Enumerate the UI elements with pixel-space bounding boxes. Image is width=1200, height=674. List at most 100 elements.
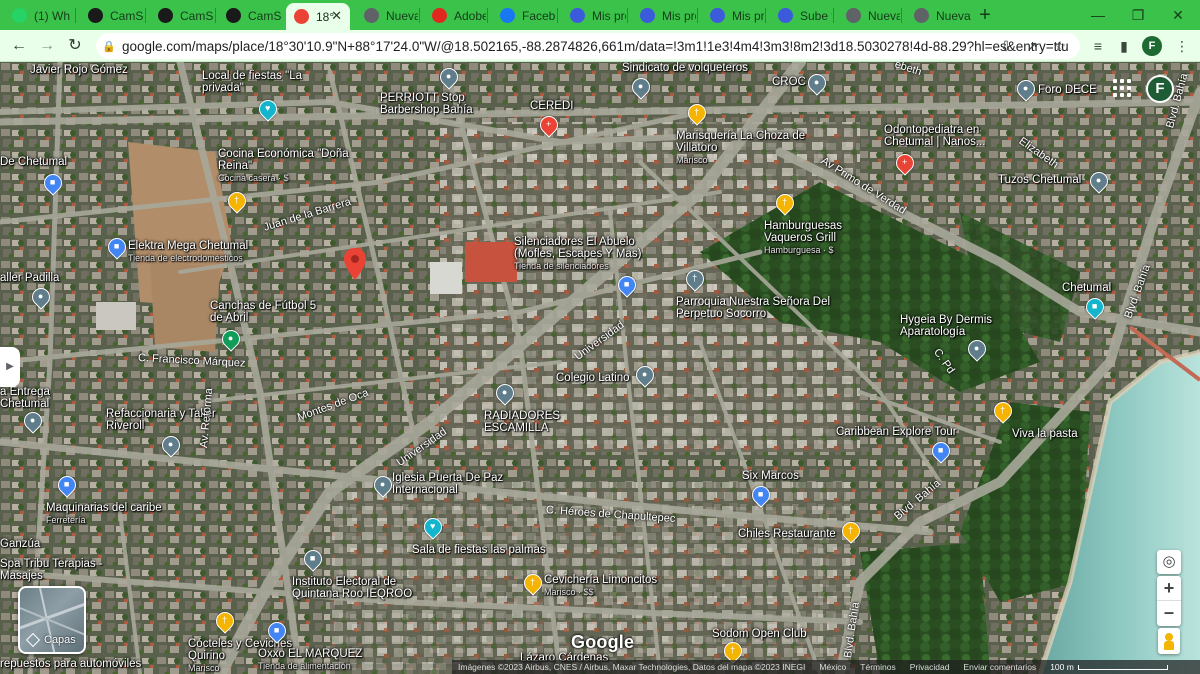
place-label[interactable]: Sindicato de volqueteros — [622, 62, 748, 74]
browser-tab[interactable]: Facebo — [492, 3, 556, 28]
place-label[interactable]: Viva la pasta — [1012, 428, 1078, 440]
place-label[interactable]: Spa Tribu Terapias - Masajes — [0, 558, 140, 582]
place-label[interactable]: Chetumal — [1062, 282, 1111, 294]
place-label[interactable]: Canchas de Fútbol 5 de Abril — [210, 300, 330, 324]
tab-separator — [215, 8, 216, 23]
share-icon[interactable]: ↗ — [1020, 34, 1044, 58]
kebab-menu-icon[interactable]: ⋮ — [1170, 34, 1194, 58]
place-label[interactable]: Sala de fiestas las palmas — [412, 544, 546, 556]
browser-tab[interactable]: Nueva — [356, 3, 418, 28]
place-label[interactable]: Parroquia Nuestra Señora Del Perpetuo So… — [676, 296, 836, 320]
bookmark-star-icon[interactable]: ☆ — [1048, 34, 1072, 58]
camscanner-icon — [88, 8, 103, 23]
tab-separator — [901, 8, 902, 23]
place-label[interactable]: Maquinarias del caribe Ferretería — [46, 502, 162, 526]
layers-button[interactable]: Capas — [18, 586, 86, 654]
browser-tab[interactable]: Mis pro — [632, 3, 696, 28]
side-panel-icon[interactable]: ▮ — [1112, 34, 1136, 58]
place-name: Six Marcos — [742, 470, 799, 482]
chrome-icon — [364, 8, 379, 23]
browser-tab[interactable]: Mis pro — [562, 3, 626, 28]
place-label[interactable]: Javier Rojo Gómez — [30, 64, 128, 76]
zoom-out-button[interactable]: – — [1157, 601, 1181, 626]
new-tab-button[interactable]: + — [974, 4, 996, 26]
place-label[interactable]: Colegio Latino — [556, 372, 630, 384]
close-window-icon[interactable]: ✕ — [1158, 2, 1198, 28]
eb-icon — [570, 8, 585, 23]
place-category: Cocina casera · $ — [218, 173, 289, 183]
place-label[interactable]: a Entrega Chetumal — [0, 386, 90, 410]
place-label[interactable]: CROC — [772, 76, 806, 88]
scale-label[interactable]: 100 m — [1050, 662, 1168, 672]
place-label[interactable]: Silenciadores El Abuelo (Mofles, Escapes… — [514, 236, 674, 272]
browser-tab[interactable]: Nueva — [838, 3, 900, 28]
location-pin-icon[interactable] — [344, 248, 366, 280]
place-label[interactable]: CEREDI — [530, 100, 573, 112]
close-tab-icon[interactable]: ✕ — [331, 8, 342, 24]
reload-icon[interactable]: ↻ — [63, 34, 87, 58]
place-label[interactable]: Tuzos Chetumal — [998, 174, 1081, 186]
place-name: Sindicato de volqueteros — [622, 62, 748, 74]
google-apps-icon[interactable] — [1113, 79, 1131, 97]
place-label[interactable]: Hamburguesas Vaqueros Grill Hamburguesa ·… — [764, 220, 884, 256]
expand-panel-chevron-icon[interactable]: ▶ — [0, 347, 20, 387]
place-label[interactable]: Odontopediatra en Chetumal | Nanos... — [884, 124, 1024, 148]
browser-tab[interactable]: (1) Wh — [4, 3, 74, 28]
tab-separator — [75, 8, 76, 23]
browser-tab[interactable]: Nueva — [906, 3, 972, 28]
back-arrow-icon[interactable]: ← — [7, 34, 31, 58]
place-label[interactable]: Cocina Económica "Doña Reina" Cocina case… — [218, 148, 358, 184]
tab-separator — [487, 8, 488, 23]
place-label[interactable]: Marisquería La Choza de Villatoro Marisco — [676, 130, 826, 166]
place-label[interactable]: Elektra Mega Chetumal Tienda de electrodo… — [128, 240, 248, 264]
browser-tab[interactable]: CamSc — [150, 3, 214, 28]
place-category: Tienda de silenciadores — [514, 261, 609, 271]
browser-tab[interactable]: 18° ✕ — [286, 3, 350, 30]
minimize-icon[interactable]: — — [1078, 2, 1118, 28]
satellite-map[interactable]: Javier Rojo Gómez Local de fiestas "La pr… — [0, 62, 1200, 674]
place-label[interactable]: Sodom Open Club — [712, 628, 807, 640]
country-link[interactable]: México — [819, 662, 846, 672]
place-label[interactable]: aller Padilla — [0, 272, 59, 284]
place-name: Maquinarias del caribe — [46, 502, 162, 514]
my-location-icon[interactable]: ◎ — [1157, 550, 1181, 574]
forward-arrow-icon[interactable]: → — [35, 34, 59, 58]
place-label[interactable]: Foro DECE — [1038, 84, 1097, 96]
browser-tab[interactable]: Sube fo — [770, 3, 832, 28]
reading-list-icon[interactable]: ≡ — [1086, 34, 1110, 58]
place-label[interactable]: Cevichería Limoncitos Marisco · $$ — [544, 574, 657, 598]
browser-tab[interactable]: Adobe — [424, 3, 486, 28]
install-app-icon[interactable]: ⇩ — [994, 34, 1018, 58]
place-name: Silenciadores El Abuelo (Mofles, Escapes… — [514, 236, 642, 260]
address-bar[interactable]: 🔒 google.com/maps/place/18°30'10.9"N+88°… — [96, 33, 1080, 59]
account-avatar[interactable]: F — [1146, 75, 1174, 103]
terms-link[interactable]: Términos — [860, 662, 895, 672]
browser-tab[interactable]: Mis pro — [702, 3, 764, 28]
place-label[interactable]: Instituto Electoral de Quintana Roo IEQR… — [292, 576, 442, 600]
place-label[interactable]: Chiles Restaurante — [738, 528, 836, 540]
zoom-in-button[interactable]: + — [1157, 576, 1181, 601]
place-label[interactable]: PERRIOTT Stop Barbershop Bahía — [380, 92, 520, 116]
street-view-pegman-icon[interactable] — [1158, 628, 1180, 654]
eb-icon — [710, 8, 725, 23]
place-label[interactable]: Hygeia By Dermis Aparatología — [900, 314, 1020, 338]
lock-icon[interactable]: 🔒 — [96, 40, 122, 53]
url-text[interactable]: google.com/maps/place/18°30'10.9"N+88°17… — [122, 39, 1080, 54]
place-label[interactable]: Caribbean Explore Tour — [836, 426, 957, 438]
place-label[interactable]: RADIADORES ESCAMILLA — [484, 410, 594, 434]
profile-avatar[interactable]: F — [1142, 36, 1162, 56]
place-label[interactable]: Six Marcos — [742, 470, 799, 482]
tab-label: CamSc — [248, 8, 282, 23]
place-name: RADIADORES ESCAMILLA — [484, 410, 561, 434]
browser-tab[interactable]: CamSc — [218, 3, 282, 28]
browser-tab[interactable]: CamSc — [80, 3, 144, 28]
send-feedback-link[interactable]: Enviar comentarios — [963, 662, 1036, 672]
place-label[interactable]: Ganzúa — [0, 538, 40, 550]
place-label[interactable]: Iglesia Puerta De Paz Internacional — [392, 472, 522, 496]
place-label[interactable]: De Chetumal — [0, 156, 67, 168]
tab-label: Mis pro — [592, 8, 626, 23]
restore-icon[interactable]: ❐ — [1118, 2, 1158, 28]
privacy-link[interactable]: Privacidad — [910, 662, 950, 672]
place-name: Local de fiestas "La privada" — [202, 70, 302, 94]
place-label[interactable]: Local de fiestas "La privada" — [202, 70, 342, 94]
